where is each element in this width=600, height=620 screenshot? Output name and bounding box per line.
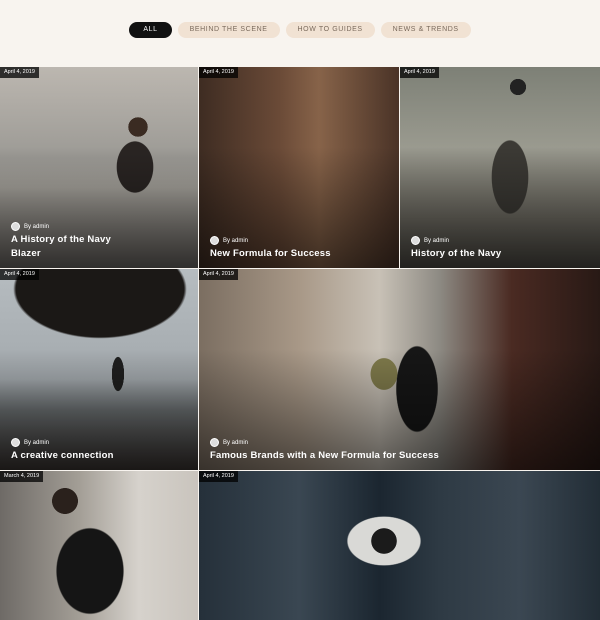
- post-date: March 4, 2019: [0, 471, 44, 482]
- post-title[interactable]: History of the Navy: [411, 247, 592, 261]
- post-card[interactable]: March 4, 2019: [0, 471, 198, 620]
- post-card[interactable]: April 4, 2019 By admin New Formula for S…: [199, 67, 399, 268]
- filter-how-to-guides[interactable]: HOW TO GUIDES: [285, 22, 375, 38]
- avatar: [11, 222, 20, 231]
- post-author[interactable]: By admin: [210, 438, 248, 447]
- post-author[interactable]: By admin: [210, 236, 248, 245]
- filter-behind-the-scene[interactable]: BEHIND THE SCENE: [177, 22, 280, 38]
- avatar: [411, 236, 420, 245]
- post-date: April 4, 2019: [199, 269, 238, 280]
- author-name: By admin: [24, 439, 50, 446]
- post-date: April 4, 2019: [199, 67, 238, 78]
- post-date: April 4, 2019: [400, 67, 439, 78]
- post-date: April 4, 2019: [0, 269, 39, 280]
- filter-all[interactable]: ALL: [129, 22, 172, 38]
- author-name: By admin: [424, 237, 450, 244]
- post-card[interactable]: April 4, 2019 By admin History of the Na…: [400, 67, 600, 268]
- post-title[interactable]: New Formula for Success: [210, 247, 391, 261]
- post-image: [199, 471, 600, 620]
- author-name: By admin: [223, 237, 249, 244]
- post-title[interactable]: A History of the Navy Blazer: [11, 233, 190, 261]
- filter-news-trends[interactable]: NEWS & TRENDS: [380, 22, 471, 38]
- avatar: [11, 438, 20, 447]
- post-title[interactable]: Famous Brands with a New Formula for Suc…: [210, 449, 592, 463]
- author-name: By admin: [24, 223, 50, 230]
- post-image: [0, 471, 198, 620]
- post-author[interactable]: By admin: [411, 236, 449, 245]
- post-card[interactable]: April 4, 2019: [199, 471, 600, 620]
- post-title[interactable]: A creative connection: [11, 449, 190, 463]
- avatar: [210, 236, 219, 245]
- post-card[interactable]: April 4, 2019 By admin Famous Brands wit…: [199, 269, 600, 470]
- post-author[interactable]: By admin: [11, 438, 49, 447]
- post-date: April 4, 2019: [199, 471, 238, 482]
- post-card[interactable]: April 4, 2019 By admin A creative connec…: [0, 269, 198, 470]
- category-filter-bar: ALL BEHIND THE SCENE HOW TO GUIDES NEWS …: [0, 22, 600, 38]
- avatar: [210, 438, 219, 447]
- post-author[interactable]: By admin: [11, 222, 49, 231]
- post-card[interactable]: April 4, 2019 By admin A History of the …: [0, 67, 198, 268]
- post-date: April 4, 2019: [0, 67, 39, 78]
- author-name: By admin: [223, 439, 249, 446]
- post-grid: April 4, 2019 By admin A History of the …: [0, 67, 600, 620]
